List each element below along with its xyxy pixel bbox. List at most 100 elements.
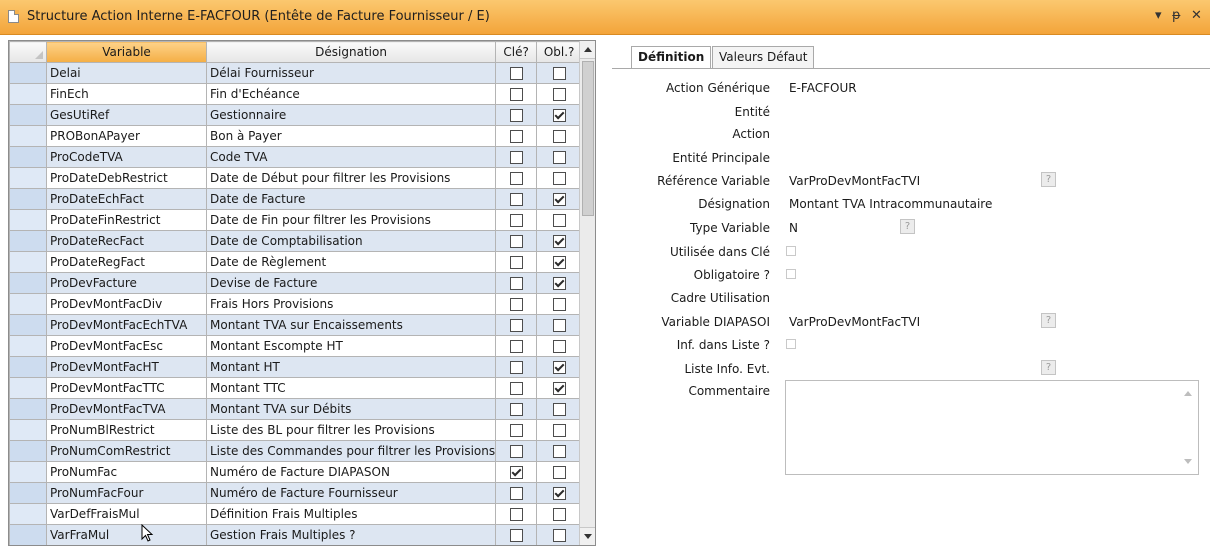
cell-variable[interactable]: ProNumFacFour: [46, 482, 207, 504]
table-row[interactable]: PROBonAPayer Bon à Payer: [9, 125, 583, 147]
obl-checkbox[interactable]: [552, 214, 566, 227]
cle-checkbox[interactable]: [509, 424, 523, 437]
row-indicator[interactable]: [9, 62, 47, 84]
cell-variable[interactable]: ProDevMontFacEsc: [46, 335, 207, 357]
table-row[interactable]: ProNumComRestrict Liste des Commandes pou…: [9, 440, 583, 462]
cle-checkbox[interactable]: [509, 235, 523, 248]
table-row[interactable]: VarDefFraisMul Définition Frais Multiples: [9, 503, 583, 525]
row-indicator[interactable]: [9, 377, 47, 399]
table-row[interactable]: ProDevMontFacEchTVA Montant TVA sur Encai…: [9, 314, 583, 336]
cell-designation[interactable]: Date de Fin pour filtrer les Provisions: [205, 209, 497, 231]
grid-vertical-scrollbar[interactable]: [579, 41, 595, 545]
table-row[interactable]: ProDevMontFacHT Montant HT: [9, 356, 583, 378]
obl-checkbox[interactable]: [552, 256, 566, 269]
scroll-down-icon[interactable]: [580, 527, 595, 545]
commentaire-textarea[interactable]: [785, 380, 1199, 475]
cell-variable[interactable]: ProDevMontFacDiv: [46, 293, 207, 315]
obl-checkbox[interactable]: [552, 151, 566, 164]
tab-definition[interactable]: Définition: [631, 46, 712, 69]
obl-checkbox[interactable]: [552, 508, 566, 521]
cle-checkbox[interactable]: [509, 382, 523, 395]
obl-checkbox[interactable]: [552, 172, 566, 185]
cell-variable[interactable]: ProDevMontFacTVA: [46, 398, 207, 420]
obl-checkbox[interactable]: [552, 130, 566, 143]
table-row[interactable]: ProDateFinRestrict Date de Fin pour filtr…: [9, 209, 583, 231]
column-header-obl[interactable]: Obl.?: [536, 41, 583, 63]
cell-variable[interactable]: VarDefFraisMul: [46, 503, 207, 525]
cell-variable[interactable]: ProDateEchFact: [46, 188, 207, 210]
cle-checkbox[interactable]: [509, 487, 523, 500]
row-indicator[interactable]: [9, 146, 47, 168]
obligatoire-checkbox[interactable]: [786, 269, 796, 279]
row-indicator[interactable]: [9, 440, 47, 462]
table-row[interactable]: ProDevMontFacEsc Montant Escompte HT: [9, 335, 583, 357]
cell-designation[interactable]: Montant TTC: [205, 377, 497, 399]
cell-designation[interactable]: Date de Règlement: [205, 251, 497, 273]
table-row[interactable]: ProDevFacture Devise de Facture: [9, 272, 583, 294]
table-row[interactable]: ProDateDebRestrict Date de Début pour fil…: [9, 167, 583, 189]
cell-variable[interactable]: ProDevMontFacEchTVA: [46, 314, 207, 336]
window-menu-dropdown-icon[interactable]: ▾: [1155, 8, 1162, 23]
grid-corner[interactable]: [9, 41, 47, 63]
table-row[interactable]: ProDateRegFact Date de Règlement: [9, 251, 583, 273]
cle-checkbox[interactable]: [509, 445, 523, 458]
scroll-up-icon[interactable]: [580, 41, 595, 59]
obl-checkbox[interactable]: [552, 67, 566, 80]
row-indicator[interactable]: [9, 209, 47, 231]
column-header-cle[interactable]: Clé?: [495, 41, 538, 63]
obl-checkbox[interactable]: [552, 424, 566, 437]
row-indicator[interactable]: [9, 167, 47, 189]
inf-dans-liste-checkbox[interactable]: [786, 339, 796, 349]
cell-variable[interactable]: ProDateRegFact: [46, 251, 207, 273]
type-variable-help-button[interactable]: ?: [900, 219, 915, 234]
liste-info-evt-help-button[interactable]: ?: [1041, 360, 1056, 375]
cell-designation[interactable]: Date de Facture: [205, 188, 497, 210]
cell-designation[interactable]: Date de Début pour filtrer les Provision…: [205, 167, 497, 189]
cle-checkbox[interactable]: [509, 529, 523, 542]
comment-scroll-up-icon[interactable]: [1184, 391, 1192, 396]
cell-designation[interactable]: Gestion Frais Multiples ?: [205, 524, 497, 545]
cell-designation[interactable]: Montant TVA sur Encaissements: [205, 314, 497, 336]
obl-checkbox[interactable]: [552, 319, 566, 332]
cle-checkbox[interactable]: [509, 277, 523, 290]
cell-designation[interactable]: Délai Fournisseur: [205, 62, 497, 84]
cell-designation[interactable]: Devise de Facture: [205, 272, 497, 294]
obl-checkbox[interactable]: [552, 487, 566, 500]
utilisee-dans-cle-checkbox[interactable]: [786, 246, 796, 256]
cell-designation[interactable]: Liste des Commandes pour filtrer les Pro…: [205, 440, 497, 462]
obl-checkbox[interactable]: [552, 445, 566, 458]
table-row[interactable]: ProDevMontFacTVA Montant TVA sur Débits: [9, 398, 583, 420]
obl-checkbox[interactable]: [552, 529, 566, 542]
row-indicator[interactable]: [9, 83, 47, 105]
cle-checkbox[interactable]: [509, 67, 523, 80]
cle-checkbox[interactable]: [509, 319, 523, 332]
comment-scroll-down-icon[interactable]: [1184, 459, 1192, 464]
cell-designation[interactable]: Date de Comptabilisation: [205, 230, 497, 252]
reference-variable-help-button[interactable]: ?: [1041, 172, 1056, 187]
cell-variable[interactable]: ProDevMontFacTTC: [46, 377, 207, 399]
column-header-variable[interactable]: Variable: [46, 41, 207, 63]
cle-checkbox[interactable]: [509, 88, 523, 101]
cell-variable[interactable]: ProNumBlRestrict: [46, 419, 207, 441]
table-row[interactable]: ProCodeTVA Code TVA: [9, 146, 583, 168]
table-row[interactable]: ProDevMontFacDiv Frais Hors Provisions: [9, 293, 583, 315]
cell-designation[interactable]: Définition Frais Multiples: [205, 503, 497, 525]
cell-designation[interactable]: Frais Hors Provisions: [205, 293, 497, 315]
row-indicator[interactable]: [9, 314, 47, 336]
cell-variable[interactable]: GesUtiRef: [46, 104, 207, 126]
cle-checkbox[interactable]: [509, 172, 523, 185]
cell-variable[interactable]: ProDateDebRestrict: [46, 167, 207, 189]
cell-variable[interactable]: ProDateFinRestrict: [46, 209, 207, 231]
cle-checkbox[interactable]: [509, 256, 523, 269]
row-indicator[interactable]: [9, 125, 47, 147]
cle-checkbox[interactable]: [509, 151, 523, 164]
table-row[interactable]: Delai Délai Fournisseur: [9, 62, 583, 84]
close-icon[interactable]: ✕: [1191, 8, 1202, 23]
cell-variable[interactable]: ProNumFac: [46, 461, 207, 483]
obl-checkbox[interactable]: [552, 361, 566, 374]
obl-checkbox[interactable]: [552, 88, 566, 101]
variable-diapasoi-help-button[interactable]: ?: [1041, 313, 1056, 328]
variables-grid[interactable]: Variable Désignation Clé? Obl.? Delai Dél…: [8, 40, 596, 546]
table-row[interactable]: FinEch Fin d'Echéance: [9, 83, 583, 105]
cell-designation[interactable]: Bon à Payer: [205, 125, 497, 147]
